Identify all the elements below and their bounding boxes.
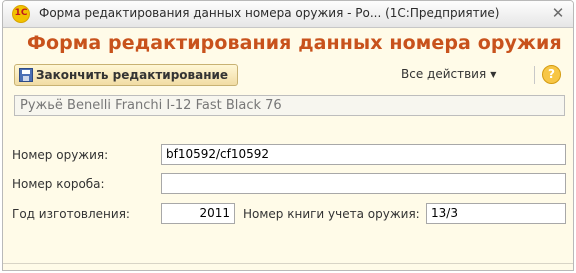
- finish-editing-button[interactable]: Закончить редактирование: [14, 64, 238, 86]
- all-actions-menu[interactable]: Все действия ▼: [401, 67, 496, 81]
- form-heading: Форма редактирования данных номера оружи…: [27, 32, 562, 54]
- weapon-name-field: Ружьё Benelli Franchi I-12 Fast Black 76: [14, 95, 565, 116]
- ledger-number-input[interactable]: 13/3: [426, 203, 566, 224]
- weapon-number-input[interactable]: bf10592/cf10592: [161, 144, 566, 165]
- window-title: Форма редактирования данных номера оружи…: [39, 6, 500, 20]
- box-number-label: Номер короба:: [12, 177, 105, 191]
- chevron-down-icon: ▼: [490, 70, 497, 79]
- app-logo-text: 1С: [14, 8, 28, 18]
- year-label: Год изготовления:: [12, 207, 130, 221]
- toolbar-divider: [534, 66, 535, 84]
- bottom-divider: [3, 263, 573, 264]
- title-bar[interactable]: 1С Форма редактирования данных номера ор…: [3, 1, 573, 28]
- 1c-logo-icon: 1С: [12, 5, 30, 23]
- form-window: 1С Форма редактирования данных номера ор…: [2, 0, 574, 271]
- close-icon[interactable]: ✕: [549, 4, 567, 22]
- help-icon[interactable]: ?: [542, 65, 561, 84]
- save-icon: [19, 68, 33, 82]
- weapon-number-label: Номер оружия:: [12, 148, 109, 162]
- year-input[interactable]: 2011: [161, 203, 235, 224]
- box-number-input[interactable]: [161, 173, 566, 194]
- finish-editing-label: Закончить редактирование: [36, 68, 229, 82]
- ledger-number-label: Номер книги учета оружия:: [243, 207, 420, 221]
- weapon-name-value: Ружьё Benelli Franchi I-12 Fast Black 76: [20, 98, 282, 113]
- all-actions-label: Все действия: [401, 67, 487, 81]
